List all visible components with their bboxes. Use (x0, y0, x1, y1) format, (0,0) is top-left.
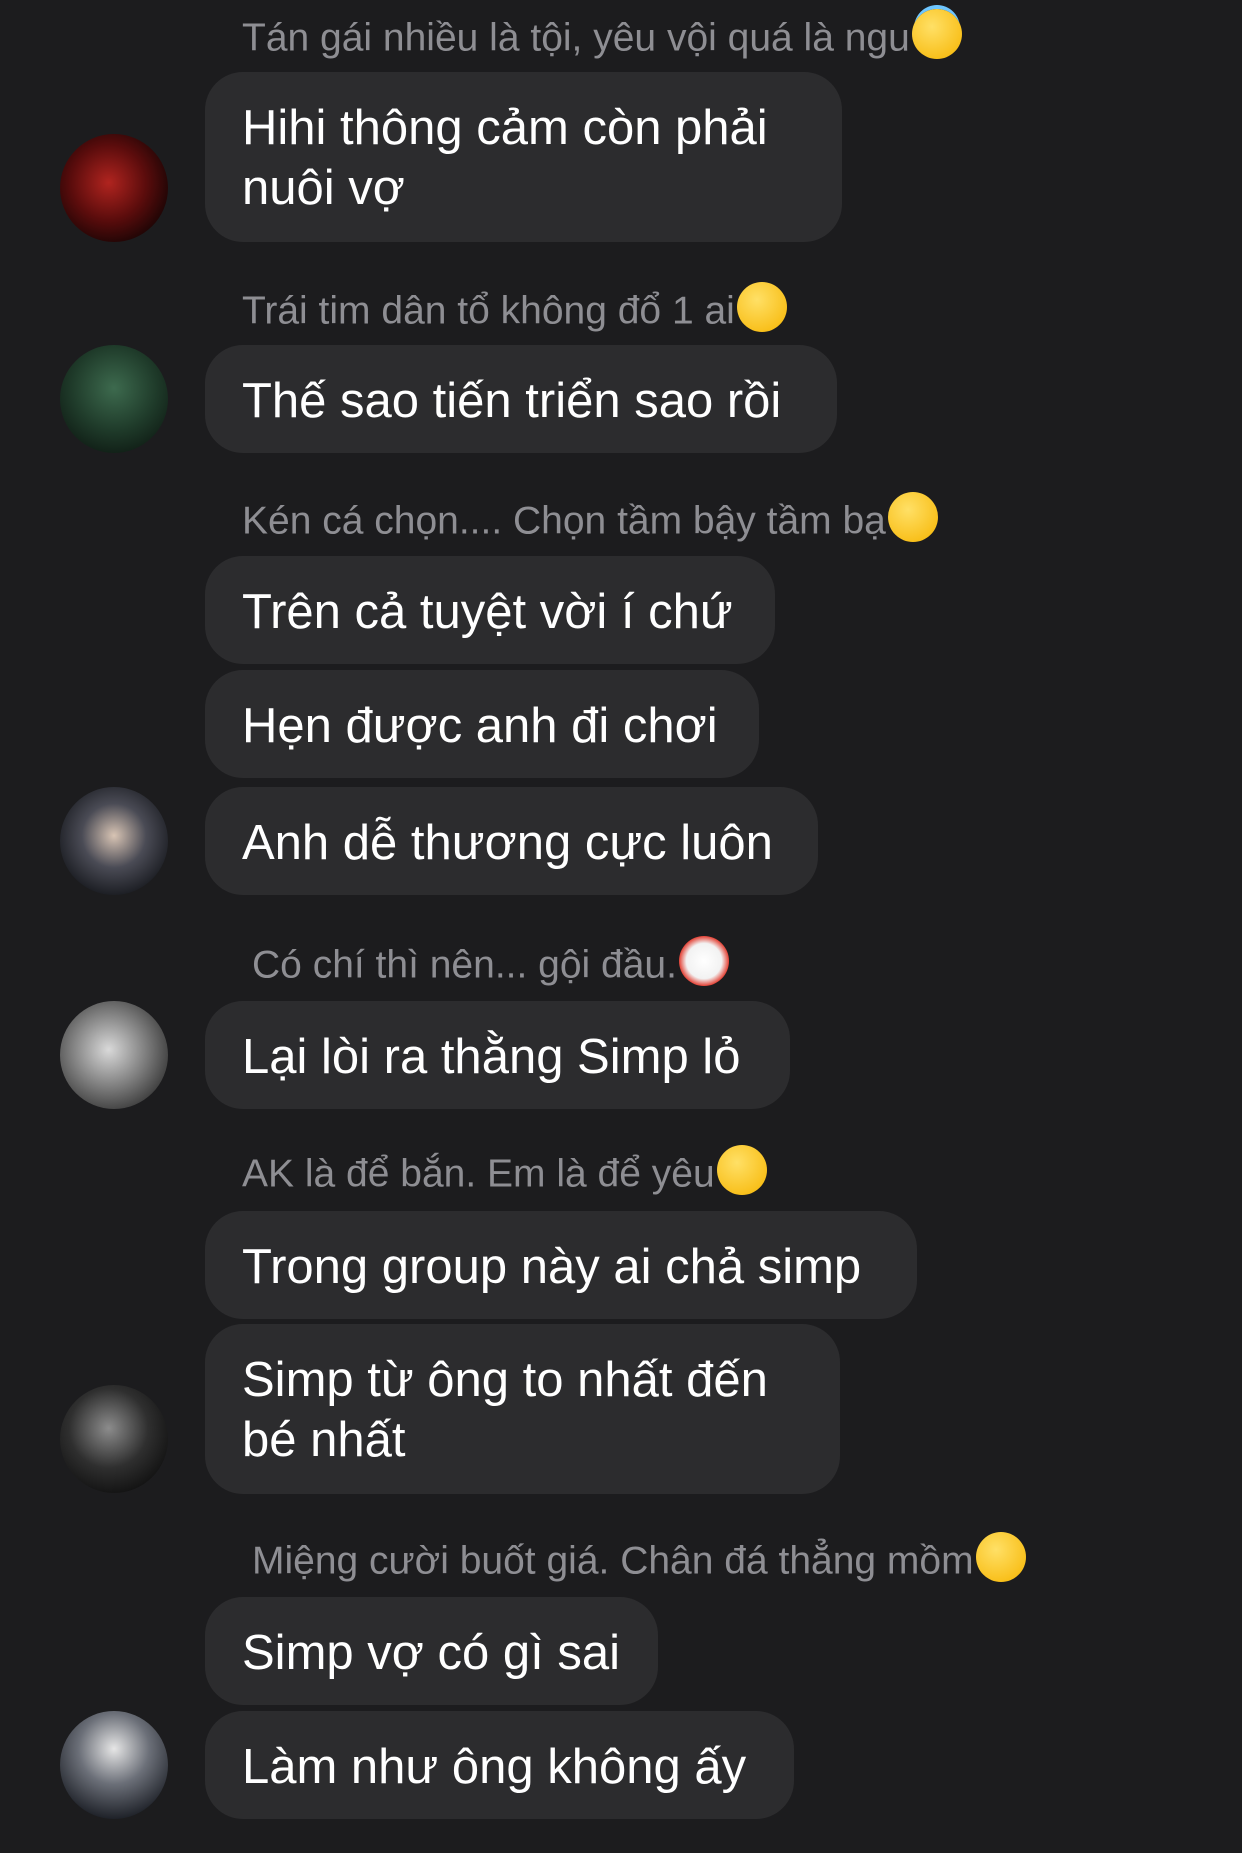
message-text: Thế sao tiến triển sao rồi (242, 374, 782, 428)
message-text: Anh dễ thương cực luôn (242, 816, 773, 870)
message-text: Simp từ ông to nhất đến bé nhất (242, 1353, 768, 1467)
message-text: Hihi thông cảm còn phải nuôi vợ (242, 101, 768, 215)
sender-nickname: Trái tim dân tổ không đổ 1 ai (242, 282, 787, 338)
message-bubble[interactable]: Simp vợ có gì sai (205, 1597, 658, 1705)
winking-face-with-tongue-emoji (975, 1532, 1026, 1582)
message-bubble[interactable]: Anh dễ thương cực luôn (205, 787, 818, 895)
message-text: Lại lòi ra thằng Simp lỏ (242, 1030, 741, 1084)
message-bubble[interactable]: Lại lòi ra thằng Simp lỏ (205, 1001, 790, 1109)
message-bubble[interactable]: Thế sao tiến triển sao rồi (205, 345, 837, 453)
clown-face-emoji (678, 936, 729, 986)
avatar[interactable] (60, 134, 168, 242)
winking-face-with-tongue-emoji (736, 282, 787, 332)
message-text: Simp vợ có gì sai (242, 1626, 620, 1680)
message-text: Trong group này ai chả simp (242, 1240, 862, 1294)
message-bubble[interactable]: Simp từ ông to nhất đến bé nhất (205, 1324, 840, 1494)
message-bubble[interactable]: Làm như ông không ấy (205, 1711, 794, 1819)
sender-nickname: AK là để bắn. Em là để yêu (242, 1145, 767, 1201)
face-with-hand-over-mouth-emoji (716, 1145, 767, 1195)
message-bubble[interactable]: Trong group này ai chả simp (205, 1211, 917, 1319)
message-text: Hẹn được anh đi chơi (242, 699, 718, 753)
message-bubble[interactable]: Trên cả tuyệt vời í chứ (205, 556, 775, 664)
avatar[interactable] (60, 1711, 168, 1819)
avatar[interactable] (60, 345, 168, 453)
message-text: Trên cả tuyệt vời í chứ (242, 585, 733, 639)
avatar[interactable] (60, 1001, 168, 1109)
message-bubble[interactable]: Hihi thông cảm còn phải nuôi vợ (205, 72, 842, 242)
sender-nickname: Kén cá chọn.... Chọn tầm bậy tầm bạ (242, 492, 938, 548)
message-bubble[interactable]: Hẹn được anh đi chơi (205, 670, 759, 778)
sender-nickname: Miệng cười buốt giá. Chân đá thẳng mồm (252, 1532, 1026, 1588)
smiling-face-with-halo-emoji (911, 9, 962, 59)
avatar[interactable] (60, 787, 168, 895)
avatar[interactable] (60, 1385, 168, 1493)
sender-nickname: Có chí thì nên... gội đầu. (252, 936, 729, 992)
message-text: Làm như ông không ấy (242, 1740, 747, 1794)
expressionless-face-emoji (887, 492, 938, 542)
sender-nickname: Tán gái nhiều là tội, yêu vội quá là ngu (242, 9, 962, 65)
